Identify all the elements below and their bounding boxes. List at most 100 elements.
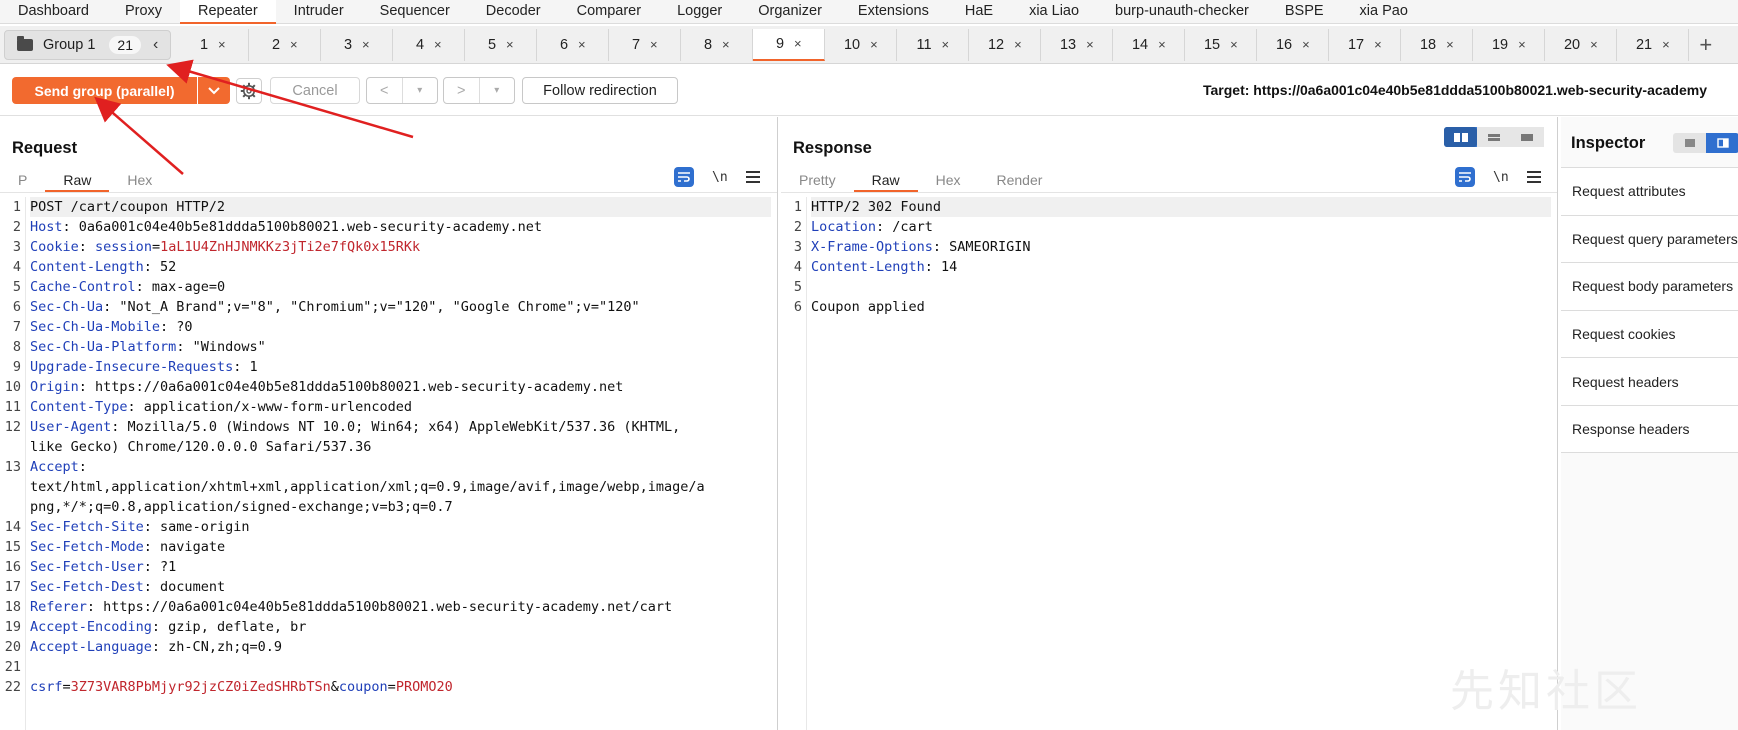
close-icon[interactable]: × [1158, 37, 1166, 52]
close-icon[interactable]: × [1446, 37, 1454, 52]
top-tab-bspe[interactable]: BSPE [1267, 0, 1342, 24]
top-tab-xia-liao[interactable]: xia Liao [1011, 0, 1097, 24]
close-icon[interactable]: × [1374, 37, 1382, 52]
layout-toggle[interactable] [1444, 127, 1544, 147]
response-text[interactable]: HTTP/2 302 Found Location: /cart X-Frame-O… [811, 197, 1551, 317]
menu-icon[interactable] [1526, 171, 1541, 183]
top-tab-dashboard[interactable]: Dashboard [0, 0, 107, 24]
code-line[interactable]: Host: 0a6a001c04e40b5e81ddda5100b80021.w… [30, 217, 771, 237]
code-line[interactable]: png,*/*;q=0.8,application/signed-exchang… [30, 497, 771, 517]
request-tab-p[interactable]: P [18, 169, 45, 192]
close-icon[interactable]: × [870, 37, 878, 52]
code-line[interactable]: Accept: [30, 457, 771, 477]
code-line[interactable]: User-Agent: Mozilla/5.0 (Windows NT 10.0… [30, 417, 771, 437]
code-line[interactable]: Content-Type: application/x-www-form-url… [30, 397, 771, 417]
close-icon[interactable]: × [506, 37, 514, 52]
request-tab-6[interactable]: 6 × [537, 28, 610, 61]
close-icon[interactable]: × [1590, 37, 1598, 52]
request-tab-3[interactable]: 3 × [321, 28, 394, 61]
inspector-split-icon[interactable] [1706, 133, 1738, 153]
close-icon[interactable]: × [794, 36, 802, 51]
request-editor[interactable]: 1 2 3 4 5 6 7 8 9 10 11 12 13 14 15 16 17 18 19 20 21 22 POST… [0, 197, 777, 730]
request-tab-8[interactable]: 8 × [681, 28, 754, 61]
response-tab-pretty[interactable]: Pretty [799, 169, 854, 192]
forward-history-dropdown[interactable]: ▾ [478, 78, 515, 103]
layout-side-by-side-icon[interactable] [1444, 127, 1478, 147]
top-tab-extensions[interactable]: Extensions [840, 0, 947, 24]
code-line[interactable]: Accept-Encoding: gzip, deflate, br [30, 617, 771, 637]
close-icon[interactable]: × [1662, 37, 1670, 52]
request-tab-hex[interactable]: Hex [109, 169, 170, 192]
request-tab-11[interactable]: 11 × [897, 28, 970, 61]
request-tab-17[interactable]: 17 × [1329, 28, 1402, 61]
code-line[interactable]: Upgrade-Insecure-Requests: 1 [30, 357, 771, 377]
request-tab-18[interactable]: 18 × [1401, 28, 1474, 61]
top-tab-sequencer[interactable]: Sequencer [362, 0, 468, 24]
back-history-dropdown[interactable]: ▾ [401, 78, 438, 103]
show-newlines-toggle[interactable]: \n [1493, 170, 1509, 185]
code-line[interactable]: like Gecko) Chrome/120.0.0.0 Safari/537.… [30, 437, 771, 457]
code-line[interactable]: Sec-Ch-Ua-Mobile: ?0 [30, 317, 771, 337]
code-line[interactable]: Location: /cart [811, 217, 1551, 237]
request-tab-raw[interactable]: Raw [45, 169, 110, 192]
wrap-lines-icon[interactable] [674, 167, 694, 187]
inspector-layout-toggle[interactable] [1673, 133, 1738, 153]
request-tab-5[interactable]: 5 × [465, 28, 538, 61]
code-line[interactable]: Referer: https://0a6a001c04e40b5e81ddda5… [30, 597, 771, 617]
code-line[interactable]: text/html,application/xhtml+xml,applicat… [30, 477, 771, 497]
code-line[interactable]: csrf=3Z73VAR8PbMjyr92jzCZ0iZedSHRbTSn&co… [30, 677, 771, 697]
code-line[interactable]: Sec-Fetch-Site: same-origin [30, 517, 771, 537]
code-line[interactable]: Content-Length: 52 [30, 257, 771, 277]
close-icon[interactable]: × [1230, 37, 1238, 52]
add-tab-button[interactable]: + [1699, 33, 1712, 55]
close-icon[interactable]: × [1014, 37, 1022, 52]
request-tab-9[interactable]: 9 × [753, 28, 826, 61]
response-editor[interactable]: 123456 HTTP/2 302 Found Location: /cart X-… [781, 197, 1557, 730]
code-line[interactable]: HTTP/2 302 Found [811, 197, 1551, 217]
response-tab-raw[interactable]: Raw [853, 169, 918, 192]
close-icon[interactable]: × [1086, 37, 1094, 52]
request-tab-15[interactable]: 15 × [1185, 28, 1258, 61]
close-icon[interactable]: × [362, 37, 370, 52]
request-tab-14[interactable]: 14 × [1113, 28, 1186, 61]
response-tab-hex[interactable]: Hex [918, 169, 979, 192]
target-url[interactable]: Target: https://0a6a001c04e40b5e81ddda51… [1203, 82, 1707, 98]
inspector-list-icon[interactable] [1673, 133, 1706, 153]
show-newlines-toggle[interactable]: \n [712, 170, 728, 185]
code-line[interactable]: Cookie: session=1aL1U4ZnHJNMKKz3jTi2e7fQ… [30, 237, 771, 257]
inspector-section-request-body-parameters[interactable]: Request body parameters [1561, 262, 1738, 310]
top-tab-decoder[interactable]: Decoder [468, 0, 559, 24]
code-line[interactable]: Sec-Ch-Ua-Platform: "Windows" [30, 337, 771, 357]
code-line[interactable]: X-Frame-Options: SAMEORIGIN [811, 237, 1551, 257]
top-tab-logger[interactable]: Logger [659, 0, 740, 24]
top-tab-repeater[interactable]: Repeater [180, 0, 276, 24]
chevron-left-icon[interactable]: ‹ [149, 36, 162, 54]
close-icon[interactable]: × [1518, 37, 1526, 52]
code-line[interactable]: Content-Length: 14 [811, 257, 1551, 277]
top-tab-comparer[interactable]: Comparer [559, 0, 659, 24]
send-options-dropdown[interactable] [198, 77, 230, 104]
follow-redirection-button[interactable]: Follow redirection [522, 77, 678, 104]
inspector-section-request-cookies[interactable]: Request cookies [1561, 309, 1738, 358]
top-tab-hae[interactable]: HaE [947, 0, 1011, 24]
code-line[interactable] [811, 277, 1551, 297]
code-line[interactable]: Cache-Control: max-age=0 [30, 277, 771, 297]
inspector-section-response-headers[interactable]: Response headers [1561, 404, 1738, 453]
top-tab-organizer[interactable]: Organizer [740, 0, 840, 24]
back-button[interactable]: < ▾ [366, 77, 438, 104]
close-icon[interactable]: × [218, 37, 226, 52]
request-tab-19[interactable]: 19 × [1473, 28, 1546, 61]
request-text[interactable]: POST /cart/coupon HTTP/2 Host: 0a6a001c04… [30, 197, 771, 697]
request-tab-12[interactable]: 12 × [969, 28, 1042, 61]
request-tab-13[interactable]: 13 × [1041, 28, 1114, 61]
request-tab-20[interactable]: 20 × [1545, 28, 1618, 61]
request-tab-7[interactable]: 7 × [609, 28, 682, 61]
layout-tabs-icon[interactable] [1510, 127, 1544, 147]
menu-icon[interactable] [745, 171, 760, 183]
code-line[interactable]: Coupon applied [811, 297, 1551, 317]
cancel-button[interactable]: Cancel [270, 77, 360, 104]
request-tab-21[interactable]: 21 × [1617, 28, 1690, 61]
request-tab-10[interactable]: 10 × [825, 28, 898, 61]
request-tab-2[interactable]: 2 × [249, 28, 322, 61]
settings-gear-button[interactable] [236, 78, 262, 104]
